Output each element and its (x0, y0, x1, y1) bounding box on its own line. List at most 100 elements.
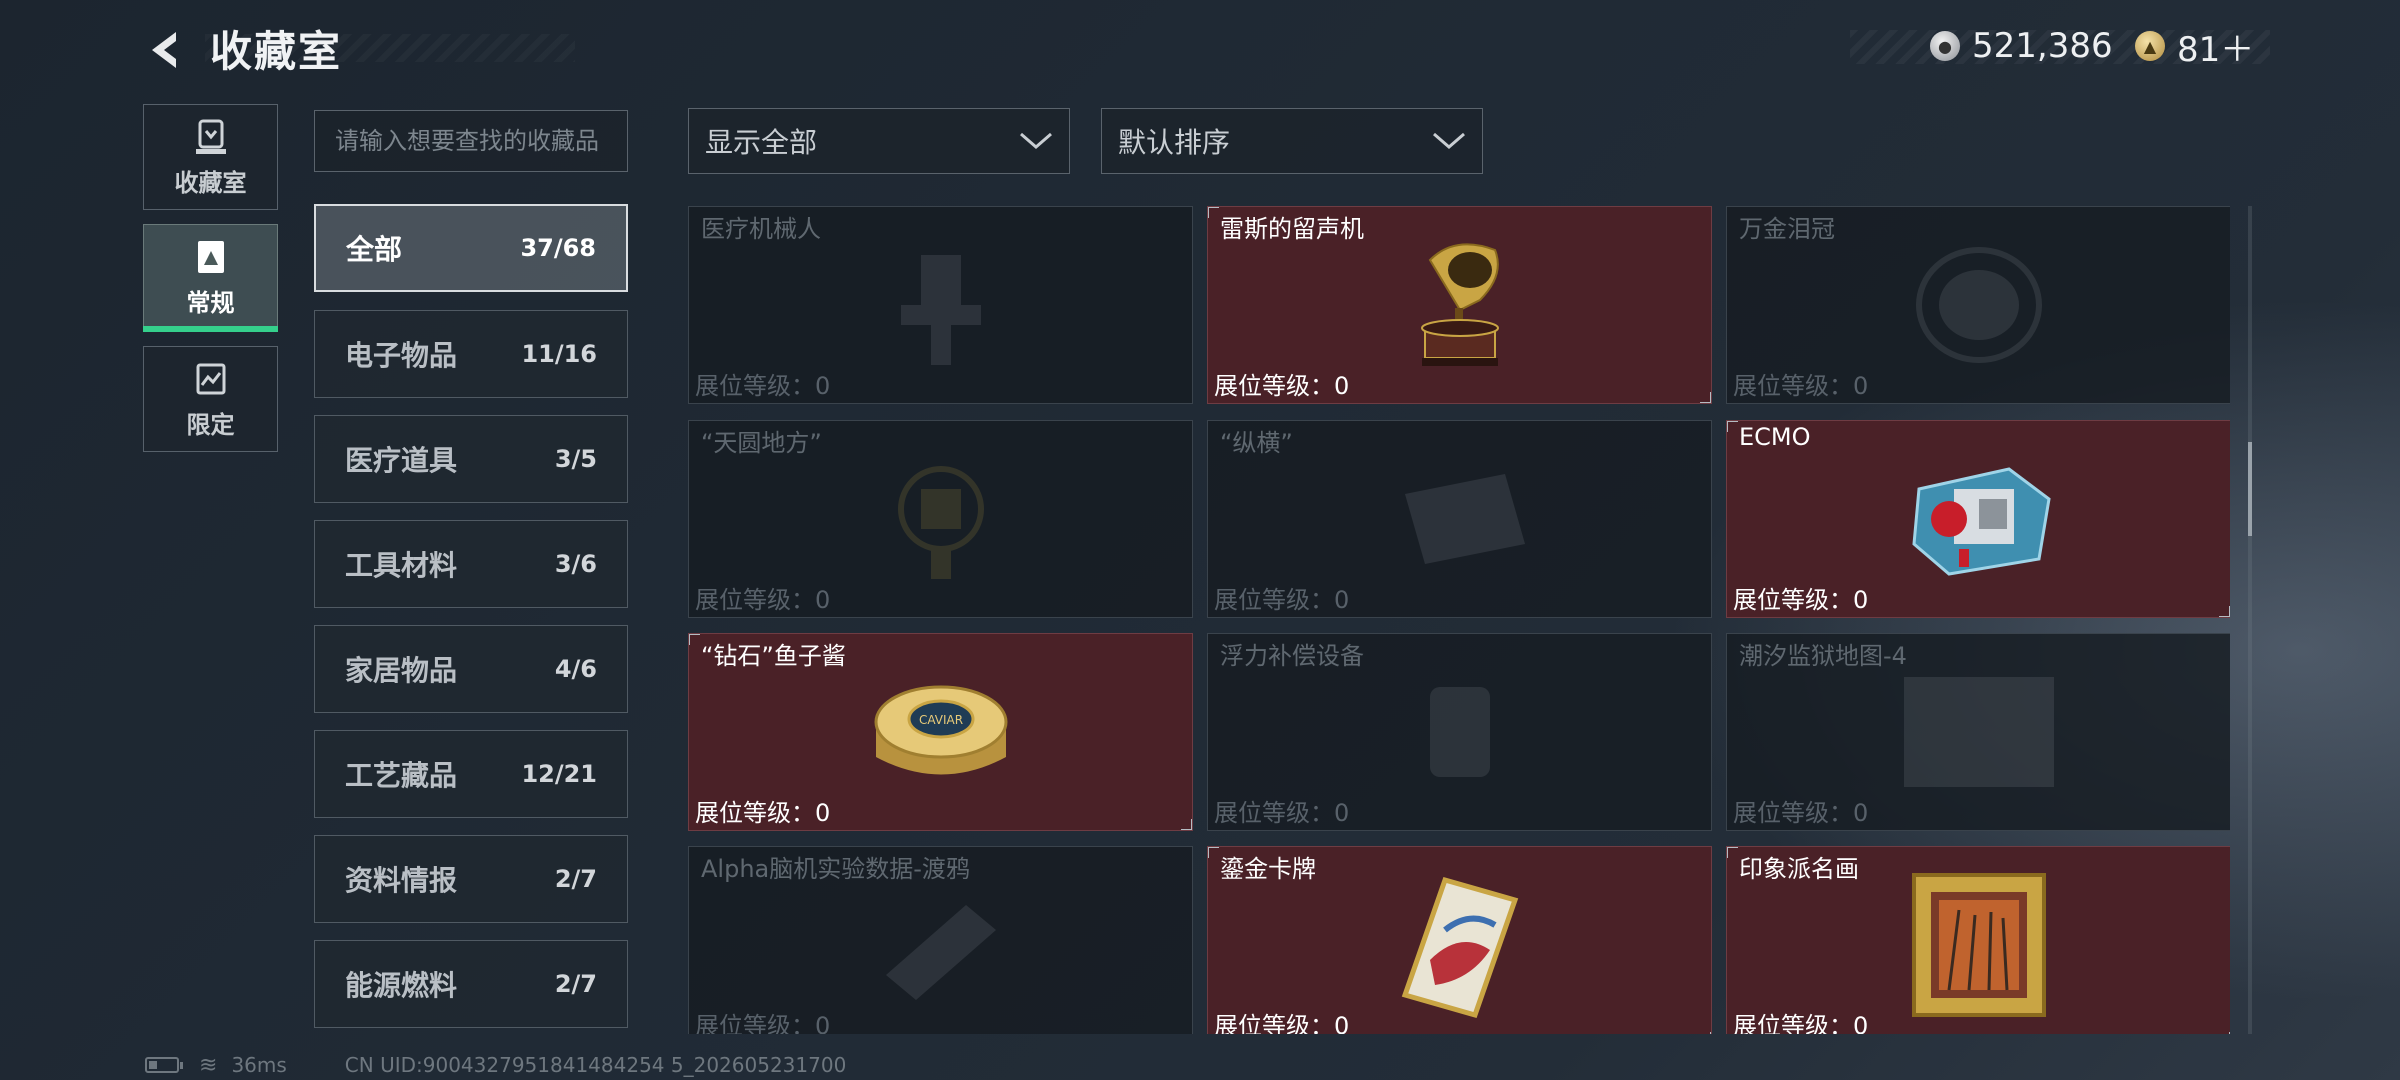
collection-item-card[interactable]: “天圆地方” 展位等级：0 (688, 420, 1193, 618)
collection-item-card[interactable]: ECMO 展位等级：0 (1726, 420, 2230, 618)
category-name: 工艺藏品 (345, 759, 458, 792)
page-title: 收藏室 (210, 27, 343, 76)
gold-currency-value: 81＋ (2177, 29, 2255, 70)
status-footer: ≋ 36ms CN UID:9004327951841484254 5_2026… (145, 1052, 846, 1078)
collection-item-card[interactable]: Alpha脑机实验数据-渡鸦 展位等级：0 (688, 846, 1193, 1034)
collection-item-card[interactable]: “纵横” 展位等级：0 (1207, 420, 1712, 618)
item-name: “天圆地方” (701, 429, 822, 457)
category-count: 4/6 (554, 655, 597, 683)
item-level: 展位等级：0 (1733, 799, 1869, 827)
buoyancy-device-icon (1360, 657, 1560, 807)
category-count: 3/6 (554, 550, 597, 578)
category-count: 12/21 (521, 760, 597, 788)
collection-item-card[interactable]: 万金泪冠 展位等级：0 (1726, 206, 2230, 404)
tab-regular-label: 常规 (186, 288, 235, 317)
collection-item-card[interactable]: 浮力补偿设备 展位等级：0 (1207, 633, 1712, 831)
framed-painting-icon (1879, 870, 2079, 1020)
item-name: 雷斯的留声机 (1220, 215, 1364, 243)
filter-dropdown-value: 显示全部 (705, 126, 818, 159)
gold-currency[interactable]: ▲ 81＋ (2135, 26, 2254, 70)
chevron-down-icon (1432, 130, 1466, 152)
grid-scrollbar[interactable] (2248, 206, 2252, 1034)
category-count: 3/5 (554, 445, 597, 473)
silver-currency-value: 521,386 (1972, 26, 2113, 66)
category-tools[interactable]: 工具材料 3/6 (314, 520, 628, 608)
category-electronics[interactable]: 电子物品 11/16 (314, 310, 628, 398)
category-name: 全部 (346, 233, 403, 266)
filter-dropdown[interactable]: 显示全部 (688, 108, 1070, 174)
chevron-down-icon (1019, 130, 1053, 152)
category-energy[interactable]: 能源燃料 2/7 (314, 940, 628, 1028)
item-level: 展位等级：0 (695, 1012, 831, 1034)
category-name: 电子物品 (345, 339, 458, 372)
medical-robot-icon (841, 230, 1041, 380)
category-count: 2/7 (554, 865, 597, 893)
category-medical[interactable]: 医疗道具 3/5 (314, 415, 628, 503)
sort-dropdown-value: 默认排序 (1118, 126, 1231, 159)
gramophone-icon (1360, 230, 1560, 380)
svg-text:CAVIAR: CAVIAR (918, 713, 962, 727)
data-drive-icon (841, 870, 1041, 1020)
collection-item-card[interactable]: 潮汐监狱地图-4 展位等级：0 (1726, 633, 2230, 831)
collection-item-card[interactable]: 鎏金卡牌 展位等级：0 (1207, 846, 1712, 1034)
card-corner (2219, 1032, 2230, 1034)
back-button[interactable] (138, 22, 194, 78)
search-box[interactable] (314, 110, 628, 172)
round-square-artifact-icon (841, 444, 1041, 594)
limited-card-icon (196, 363, 225, 394)
card-corner (1700, 392, 1711, 403)
category-name: 能源燃料 (345, 969, 458, 1002)
battery-icon (145, 1057, 183, 1073)
card-corner (1181, 819, 1192, 830)
item-level: 展位等级：0 (1733, 586, 1869, 614)
tiara-icon (1879, 230, 2079, 380)
card-corner (1208, 207, 1219, 218)
silver-currency: ● 521,386 (1930, 26, 2113, 66)
item-name: 医疗机械人 (701, 215, 821, 243)
category-count: 37/68 (520, 234, 596, 262)
item-level: 展位等级：0 (1214, 372, 1350, 400)
collection-item-card[interactable]: 医疗机械人 展位等级：0 (688, 206, 1193, 404)
tab-collection-room-label: 收藏室 (174, 168, 247, 197)
category-name: 家居物品 (345, 654, 458, 687)
category-crafts[interactable]: 工艺藏品 12/21 (314, 730, 628, 818)
item-level: 展位等级：0 (695, 372, 831, 400)
collection-item-card[interactable]: 印象派名画 展位等级：0 (1726, 846, 2230, 1034)
gilded-card-icon (1360, 870, 1560, 1020)
search-input[interactable] (315, 111, 627, 171)
tab-collection-room[interactable]: 收藏室 (143, 104, 278, 210)
card-corner (1700, 1032, 1711, 1034)
chessboard-icon (1360, 444, 1560, 594)
item-name: 万金泪冠 (1739, 215, 1835, 243)
card-corner (1727, 847, 1738, 858)
item-name: 浮力补偿设备 (1220, 642, 1364, 670)
card-corner (2219, 606, 2230, 617)
item-name: 印象派名画 (1739, 855, 1859, 883)
item-name: 鎏金卡牌 (1220, 855, 1316, 883)
card-corner (689, 634, 700, 645)
collection-room-icon (195, 119, 226, 154)
category-count: 2/7 (554, 970, 597, 998)
item-level: 展位等级：0 (1733, 1012, 1869, 1034)
item-name: ECMO (1739, 423, 1811, 451)
sort-dropdown[interactable]: 默认排序 (1101, 108, 1483, 174)
tab-regular[interactable]: 常规 (143, 224, 278, 330)
category-count: 11/16 (521, 340, 597, 368)
category-name: 资料情报 (345, 864, 458, 897)
category-all[interactable]: 全部 37/68 (314, 204, 628, 292)
category-intel[interactable]: 资料情报 2/7 (314, 835, 628, 923)
collection-grid: 医疗机械人 展位等级：0 雷斯的留声机 展位等级：0 万金泪冠 展位等级：0 “… (688, 206, 2230, 1034)
category-household[interactable]: 家居物品 4/6 (314, 625, 628, 713)
gold-coin-icon: ▲ (2135, 31, 2165, 61)
item-name: “钻石”鱼子酱 (701, 642, 846, 670)
card-corner (1208, 847, 1219, 858)
user-uid: CN UID:9004327951841484254 5_20260523170… (344, 1053, 847, 1077)
item-level: 展位等级：0 (1214, 586, 1350, 614)
collection-item-card[interactable]: “钻石”鱼子酱 CAVIAR 展位等级：0 (688, 633, 1193, 831)
collection-item-card[interactable]: 雷斯的留声机 展位等级：0 (1207, 206, 1712, 404)
scrollbar-thumb[interactable] (2248, 442, 2252, 536)
item-level: 展位等级：0 (695, 586, 831, 614)
item-level: 展位等级：0 (1214, 799, 1350, 827)
card-corner (1727, 421, 1738, 432)
tab-limited[interactable]: 限定 (143, 346, 278, 452)
